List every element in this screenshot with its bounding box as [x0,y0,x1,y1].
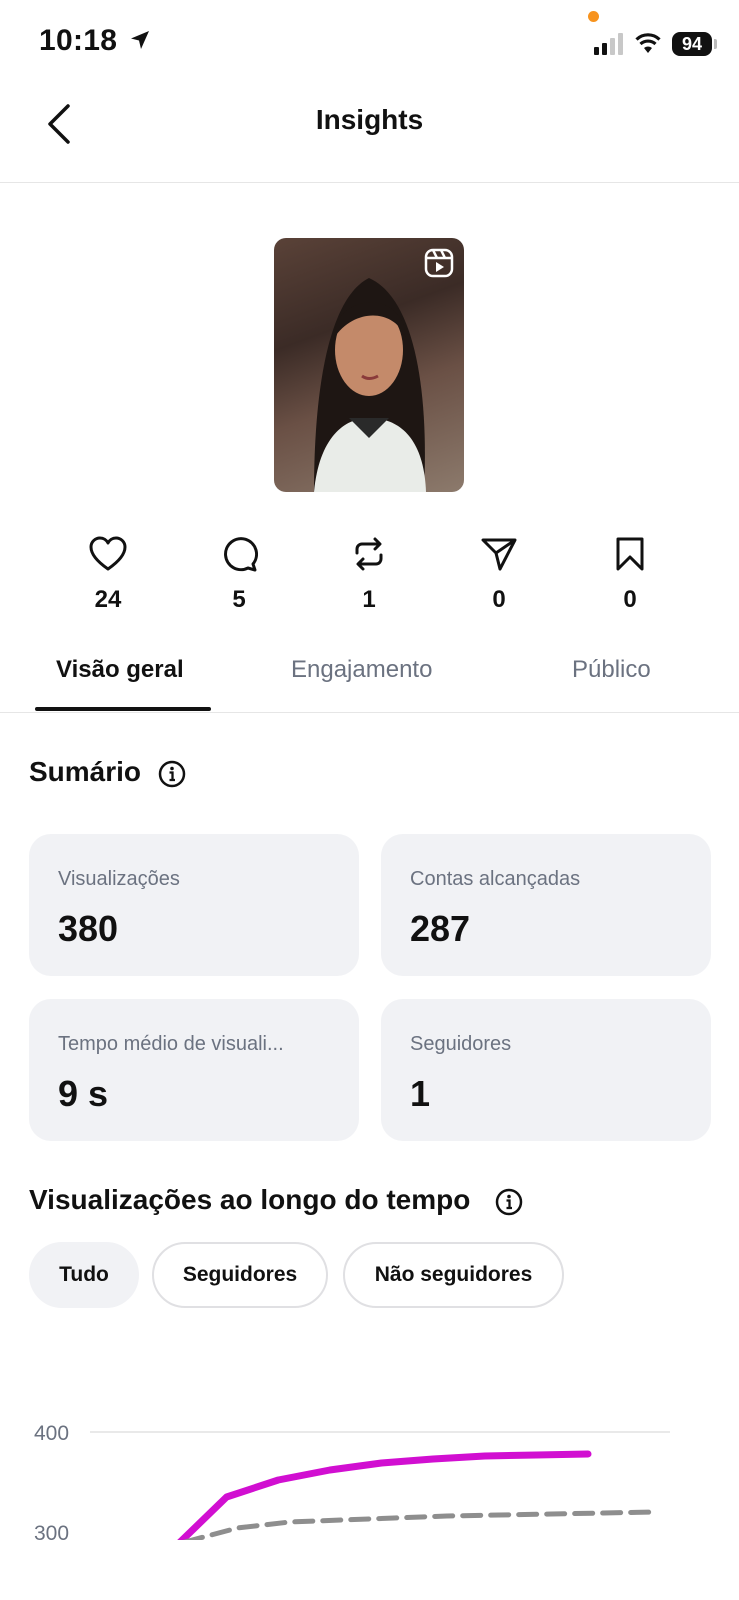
header-divider [0,182,739,183]
tab-engagement[interactable]: Engajamento [291,656,432,684]
reposts-metric: 1 [329,536,409,614]
views-label: Visualizações [58,868,180,890]
filter-non-followers[interactable]: Não seguidores [343,1242,564,1308]
status-time: 10:18 [39,24,152,58]
accounts-reached-label: Contas alcançadas [410,868,581,890]
saves-metric: 0 [590,536,670,614]
page-title: Insights [315,104,424,135]
repost-icon [355,537,383,571]
filter-followers[interactable]: Seguidores [152,1242,328,1308]
summary-info-icon[interactable] [158,760,186,788]
tab-audience[interactable]: Público [572,656,651,684]
battery-cap [714,39,717,49]
reposts-count: 1 [362,586,376,613]
location-arrow-icon [130,31,149,49]
y-tick-label-300: 300 [34,1522,69,1540]
tab-overview[interactable]: Visão geral [56,656,184,684]
chart-series-line-dashed [183,1509,659,1540]
y-tick-label-400: 400 [34,1422,69,1445]
comments-metric: 5 [199,536,279,614]
status-time-text: 10:18 [39,24,118,57]
comments-count: 5 [232,586,246,613]
views-over-time-info-icon[interactable] [495,1188,523,1216]
heart-icon [89,536,127,571]
views-over-time-chart: 400 300 [34,1422,670,1540]
filter-all[interactable]: Tudo [29,1242,139,1308]
recording-indicator-dot [588,11,599,22]
followers-value: 1 [410,1073,431,1114]
bookmark-icon [616,537,644,571]
accounts-reached-card: Contas alcançadas 287 [381,834,711,976]
avg-watch-time-label: Tempo médio de visuali... [58,1033,284,1055]
views-value: 380 [58,908,119,949]
views-over-time-title: Visualizações ao longo do tempo [29,1184,471,1215]
reels-icon [424,248,454,278]
views-card: Visualizações 380 [29,834,359,976]
shares-count: 0 [492,586,506,613]
wifi-icon [635,33,661,53]
chart-bottom-cutoff [0,1540,739,1600]
shares-metric: 0 [459,536,539,614]
send-icon [481,538,517,571]
tabs-divider [0,712,739,713]
summary-title: Sumário [29,756,142,787]
status-indicators: 94 [594,28,717,60]
followers-card: Seguidores 1 [381,999,711,1141]
battery-indicator: 94 [672,32,712,56]
accounts-reached-value: 287 [410,908,471,949]
cellular-signal-icon [594,33,623,55]
followers-label: Seguidores [410,1033,512,1055]
likes-metric: 24 [68,536,148,614]
saves-count: 0 [623,586,637,613]
avg-watch-time-value: 9 s [58,1073,109,1114]
avg-watch-time-card: Tempo médio de visuali... 9 s [29,999,359,1141]
battery-level: 94 [681,33,703,54]
likes-count: 24 [94,586,122,613]
active-tab-indicator [35,707,211,711]
reel-thumbnail[interactable] [274,238,464,492]
comment-icon [224,537,258,572]
